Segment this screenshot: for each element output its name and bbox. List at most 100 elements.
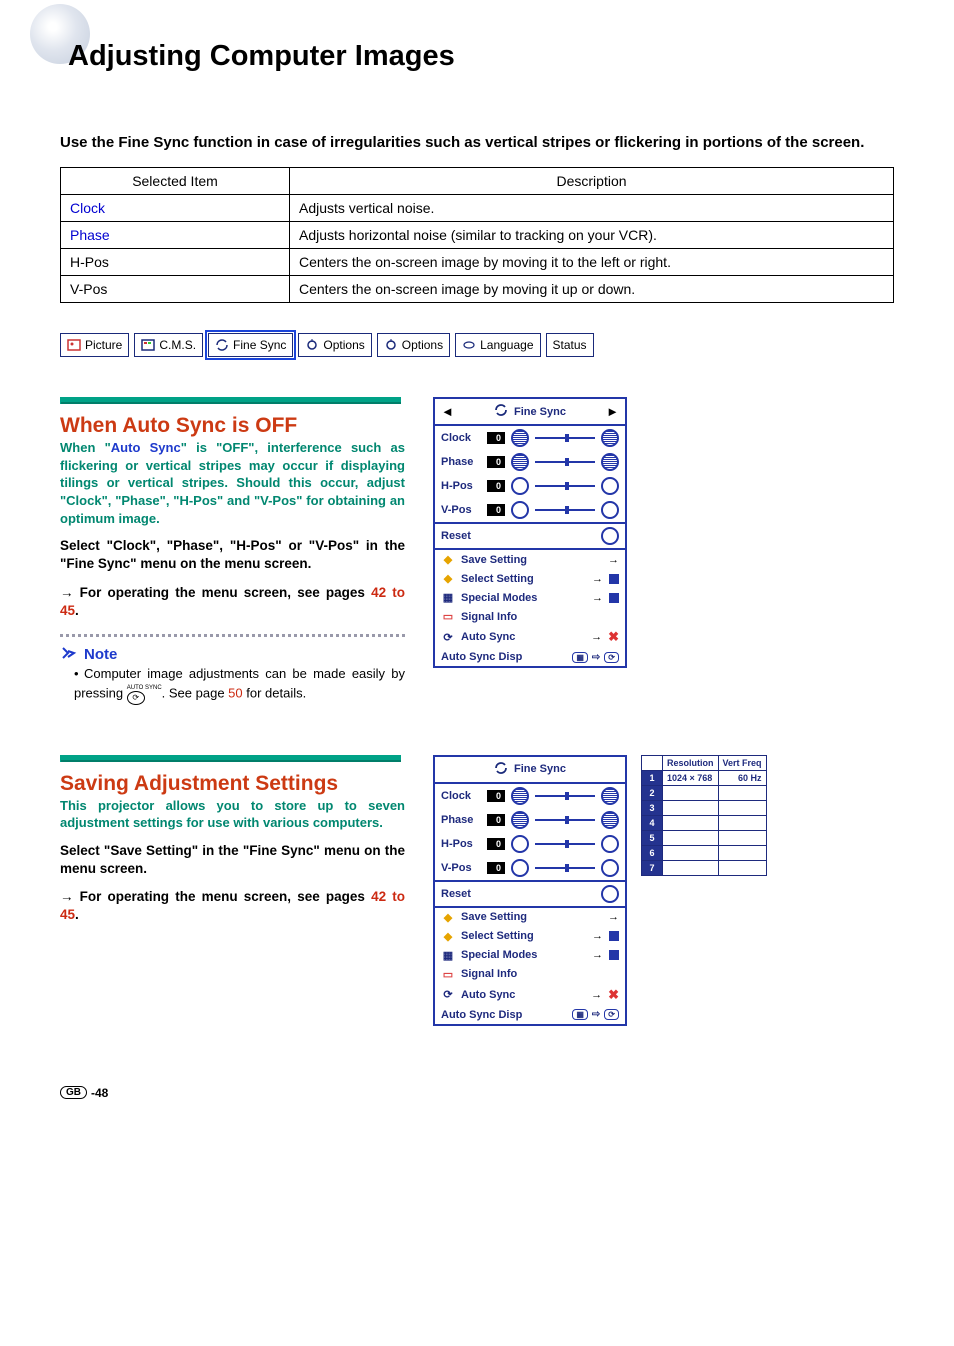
item-phase[interactable]: Phase — [61, 222, 290, 249]
diamond-icon: ◆ — [441, 572, 455, 585]
osd-select-setting[interactable]: ◆Select Setting→ — [435, 569, 625, 588]
sig-row-num: 3 — [642, 800, 663, 815]
sync-icon: ⟳ — [441, 631, 455, 644]
osd-reset[interactable]: Reset — [435, 882, 625, 906]
osd-title: Fine Sync — [514, 406, 566, 418]
tab-options-1[interactable]: Options — [298, 333, 371, 357]
square-icon — [609, 574, 619, 584]
info-icon: ▭ — [441, 968, 455, 981]
osd-vpos[interactable]: V-Pos0 — [435, 498, 625, 522]
right-arrow-icon: → — [608, 911, 619, 923]
page-50-link[interactable]: 50 — [228, 685, 242, 700]
osd-title-bar: ◄ Fine Sync ► — [435, 399, 625, 426]
item-clock[interactable]: Clock — [61, 195, 290, 222]
phase-icon — [601, 811, 619, 829]
note-heading: Note — [60, 645, 405, 665]
osd-save-setting[interactable]: ◆Save Setting→ — [435, 908, 625, 927]
osd-clock[interactable]: Clock0 — [435, 784, 625, 808]
table-row: H-Pos Centers the on-screen image by mov… — [61, 249, 894, 276]
section-bar — [60, 397, 401, 404]
tab-fine-sync[interactable]: Fine Sync — [208, 333, 293, 357]
desc-hpos: Centers the on-screen image by moving it… — [290, 249, 894, 276]
osd-auto-sync-disp[interactable]: Auto Sync Disp▦⇨⟳ — [435, 648, 625, 666]
picture-icon — [67, 338, 81, 352]
tab-language[interactable]: Language — [455, 333, 540, 357]
modes-icon: ▦ — [441, 591, 455, 604]
osd-special-modes[interactable]: ▦Special Modes→ — [435, 946, 625, 965]
auto-sync-link[interactable]: Auto Sync — [111, 440, 181, 455]
osd-phase[interactable]: Phase0 — [435, 450, 625, 474]
right-arrow-icon: → — [592, 592, 603, 604]
menu-tabs: Picture C.M.S. Fine Sync Options Options… — [60, 333, 894, 357]
osd-hpos[interactable]: H-Pos0 — [435, 832, 625, 856]
osd-hpos[interactable]: H-Pos0 — [435, 474, 625, 498]
hpos-icon — [601, 835, 619, 853]
language-icon — [462, 338, 476, 352]
tab-picture[interactable]: Picture — [60, 333, 129, 357]
sync-icon: ⟳ — [441, 988, 455, 1001]
desc-vpos: Centers the on-screen image by moving it… — [290, 276, 894, 303]
tab-cms[interactable]: C.M.S. — [134, 333, 203, 357]
osd-menu-2: Fine Sync Clock0 Phase0 H-Pos0 V-Pos0 Re… — [433, 755, 627, 1026]
sig-h1: Resolution — [663, 755, 719, 770]
osd-menu-1: ◄ Fine Sync ► Clock0 Phase0 H-Pos0 V-Pos… — [433, 397, 627, 668]
section2-instr1: Select "Save Setting" in the "Fine Sync"… — [60, 842, 405, 878]
osd-signal-info[interactable]: ▭Signal Info — [435, 607, 625, 626]
table-row: Phase Adjusts horizontal noise (similar … — [61, 222, 894, 249]
section1-instr2: → For operating the menu screen, see pag… — [60, 584, 405, 620]
modes-icon: ▦ — [441, 949, 455, 962]
sig-row-num: 2 — [642, 785, 663, 800]
x-icon: ✖ — [608, 987, 619, 1003]
page-title: Adjusting Computer Images — [60, 40, 894, 73]
section-heading-saving: Saving Adjustment Settings — [60, 772, 405, 795]
sync-icon: ⟳ — [604, 1009, 619, 1020]
tab-label: C.M.S. — [159, 338, 196, 352]
osd-signal-info[interactable]: ▭Signal Info — [435, 965, 625, 984]
osd-save-setting[interactable]: ◆Save Setting→ — [435, 550, 625, 569]
item-vpos: V-Pos — [61, 276, 290, 303]
vpos-icon — [511, 859, 529, 877]
osd-special-modes[interactable]: ▦Special Modes→ — [435, 588, 625, 607]
osd-clock[interactable]: Clock0 — [435, 426, 625, 450]
osd-reset[interactable]: Reset — [435, 524, 625, 548]
auto-sync-button-icon: AUTO SYNC⟳ — [127, 683, 162, 705]
table-row: Clock Adjusts vertical noise. — [61, 195, 894, 222]
osd-phase[interactable]: Phase0 — [435, 808, 625, 832]
clock-icon — [511, 429, 529, 447]
osd-select-setting[interactable]: ◆Select Setting→ — [435, 927, 625, 946]
tab-status[interactable]: Status — [546, 333, 594, 357]
vpos-icon — [601, 859, 619, 877]
desc-phase: Adjusts horizontal noise (similar to tra… — [290, 222, 894, 249]
tab-label: Fine Sync — [233, 338, 286, 352]
sync-icon — [215, 338, 229, 352]
osd-auto-sync-disp[interactable]: Auto Sync Disp▦⇨⟳ — [435, 1006, 625, 1024]
item-hpos: H-Pos — [61, 249, 290, 276]
hpos-icon — [601, 477, 619, 495]
th-selected: Selected Item — [61, 168, 290, 195]
desc-clock: Adjusts vertical noise. — [290, 195, 894, 222]
sig-h2: Vert Freq — [718, 755, 766, 770]
reset-icon — [601, 527, 619, 545]
hpos-icon — [511, 477, 529, 495]
sig-freq: 60 Hz — [718, 770, 766, 785]
osd-title: Fine Sync — [514, 763, 566, 775]
note-body: •Computer image adjustments can be made … — [60, 665, 405, 705]
osd-vpos[interactable]: V-Pos0 — [435, 856, 625, 880]
disp-icon: ▦ — [572, 652, 588, 663]
right-arrow-icon: → — [608, 554, 619, 566]
diamond-icon: ◆ — [441, 930, 455, 943]
right-arrow-icon: ⇨ — [592, 1009, 600, 1020]
right-arrow-icon: → — [592, 930, 603, 942]
sync-icon — [494, 761, 508, 778]
osd-auto-sync[interactable]: ⟳Auto Sync→✖ — [435, 626, 625, 648]
right-arrow-icon: → — [591, 631, 602, 643]
osd-auto-sync[interactable]: ⟳Auto Sync→✖ — [435, 984, 625, 1006]
clock-icon — [601, 429, 619, 447]
section2-desc: This projector allows you to store up to… — [60, 797, 405, 832]
disp-icon: ▦ — [572, 1009, 588, 1020]
tab-label: Language — [480, 338, 533, 352]
options-icon — [384, 338, 398, 352]
tab-label: Options — [323, 338, 364, 352]
square-icon — [609, 931, 619, 941]
tab-options-2[interactable]: Options — [377, 333, 450, 357]
